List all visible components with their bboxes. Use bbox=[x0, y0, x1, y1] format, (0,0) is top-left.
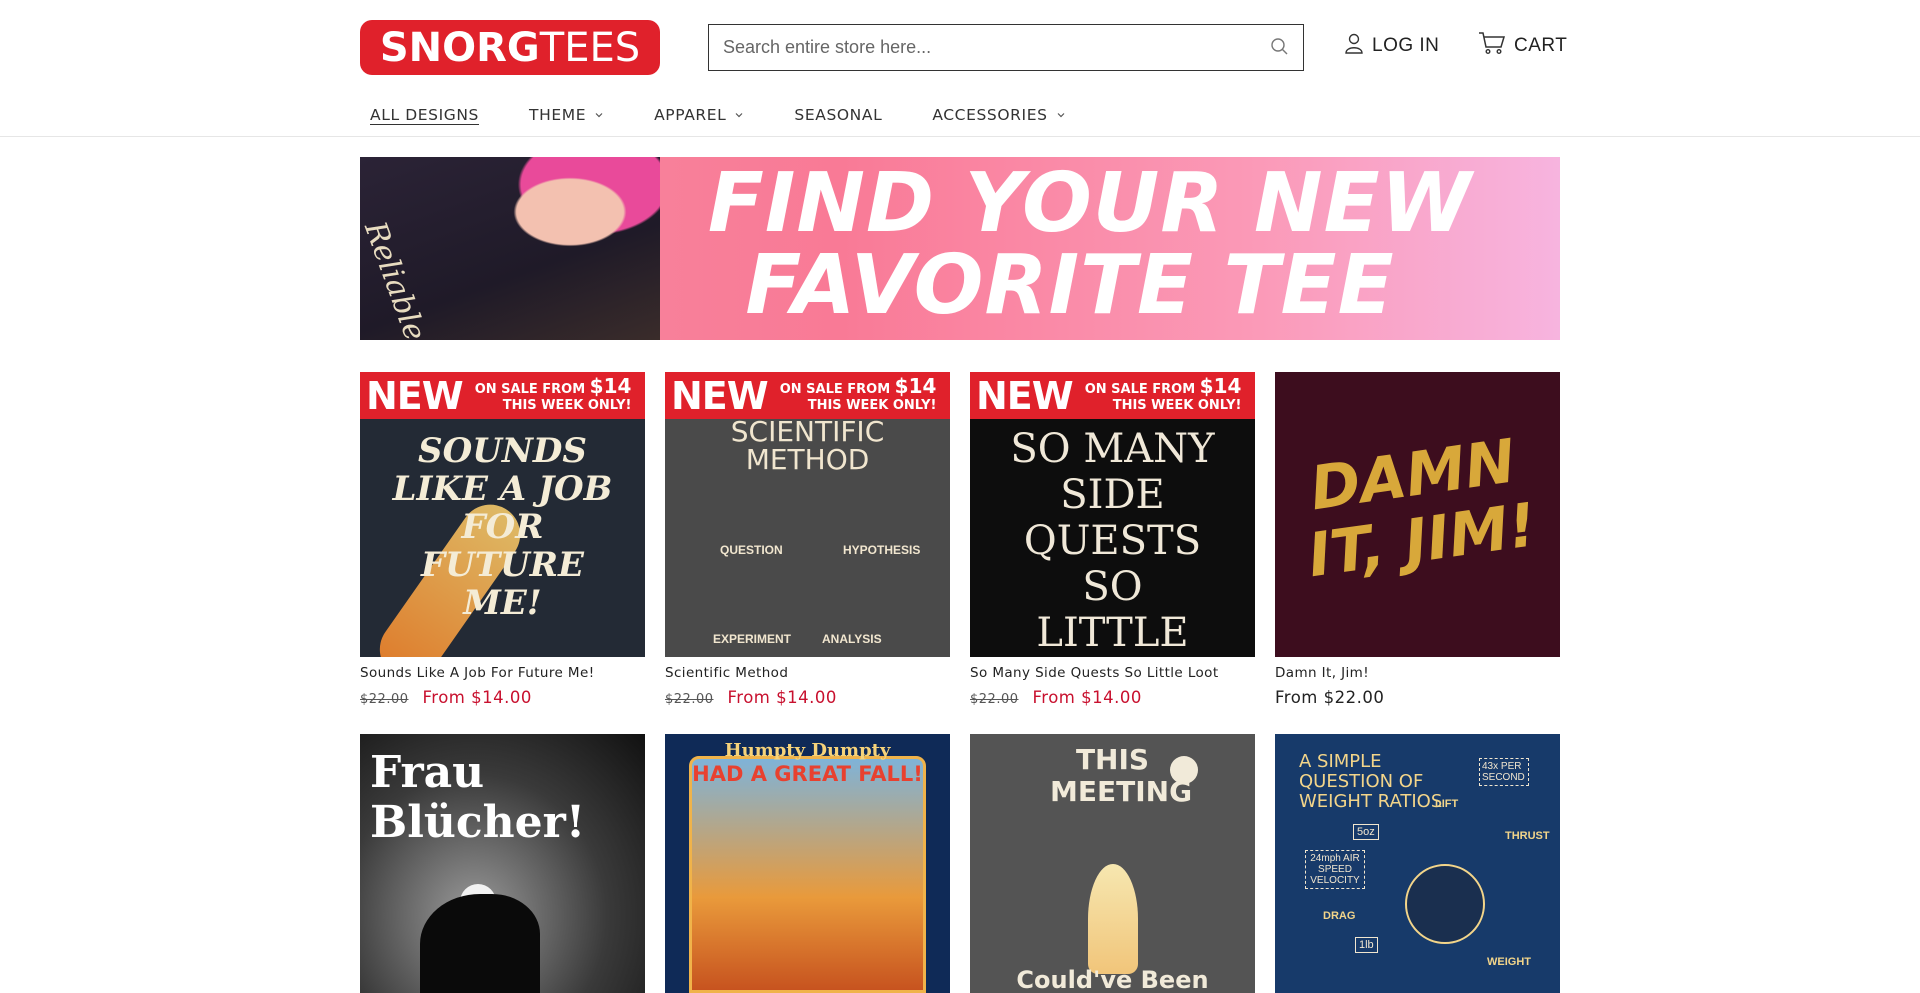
product-name[interactable]: Sounds Like A Job For Future Me! bbox=[360, 665, 595, 681]
moon-shape bbox=[1170, 756, 1198, 784]
product-image[interactable]: NEW ON SALE FROM $14 THIS WEEK ONLY! SOUN… bbox=[360, 372, 645, 657]
art-frame bbox=[689, 756, 926, 993]
promo-sale-text: ON SALE FROM $14 THIS WEEK ONLY! bbox=[779, 373, 937, 413]
banner-headline: FIND YOUR NEW FAVORITE TEE bbox=[620, 163, 1560, 327]
nav-theme[interactable]: THEME bbox=[519, 106, 604, 124]
login-link[interactable]: LOG IN bbox=[1344, 31, 1439, 61]
art-label-lift: LIFT bbox=[1435, 798, 1459, 810]
banner-shirt-print: Reliable Narrator bbox=[360, 217, 482, 340]
nav-apparel[interactable]: APPAREL bbox=[644, 106, 744, 124]
sale-promo-badge: NEW ON SALE FROM $14 THIS WEEK ONLY! bbox=[360, 372, 645, 419]
site-header: SNORGTEES LOG IN CART ALL DESIGNS THEME … bbox=[0, 0, 1920, 137]
store-logo[interactable]: SNORGTEES bbox=[360, 20, 660, 75]
product-price: $22.00 From $14.00 bbox=[970, 688, 1142, 707]
product-image[interactable]: NEW ON SALE FROM $14 THIS WEEK ONLY! SO M… bbox=[970, 372, 1255, 657]
product-art-text: SOUNDS LIKE A JOB FOR FUTURE ME! bbox=[392, 431, 613, 623]
user-icon bbox=[1344, 32, 1364, 60]
sale-promo-badge: NEW ON SALE FROM $14 THIS WEEK ONLY! bbox=[970, 372, 1255, 419]
banner-line-2: FAVORITE TEE bbox=[745, 238, 1395, 333]
product-name[interactable]: Scientific Method bbox=[665, 665, 788, 681]
product-image[interactable]: Humpty Dumpty HAD A GREAT FALL! bbox=[665, 734, 950, 993]
search-box bbox=[708, 24, 1304, 71]
nav-accessories[interactable]: ACCESSORIES bbox=[922, 106, 1065, 124]
main-nav: ALL DESIGNS THEME APPAREL SEASONAL ACCES… bbox=[360, 104, 1106, 126]
promo-new: NEW bbox=[671, 373, 769, 418]
product-art-bottom-text: Could've Been bbox=[1016, 966, 1209, 993]
product-image[interactable]: DAMN IT, JIM! bbox=[1275, 372, 1560, 657]
sale-price: From $14.00 bbox=[422, 688, 532, 707]
search-input[interactable] bbox=[709, 25, 1249, 69]
login-label: LOG IN bbox=[1372, 35, 1440, 56]
product-art-text: HAD A GREAT FALL! bbox=[692, 762, 923, 786]
product-price: From $22.00 bbox=[1275, 688, 1384, 707]
search-icon[interactable] bbox=[1267, 34, 1293, 60]
product-art-text: SCIENTIFIC METHOD bbox=[730, 415, 885, 476]
promo-new: NEW bbox=[366, 373, 464, 418]
product-image[interactable]: Frau Blücher! bbox=[360, 734, 645, 993]
original-price: $22.00 bbox=[665, 692, 714, 707]
coconut-shape bbox=[1405, 864, 1485, 944]
art-label-weight-lb: 1lb bbox=[1355, 937, 1378, 953]
product-name[interactable]: So Many Side Quests So Little Loot bbox=[970, 665, 1219, 681]
sale-price: From $14.00 bbox=[727, 688, 837, 707]
original-price: $22.00 bbox=[970, 692, 1019, 707]
logo-wordmark: SNORGTEES bbox=[379, 24, 641, 71]
product-art-text: Frau Blücher! bbox=[370, 747, 586, 848]
product-art-text: SO MANY SIDE QUESTS SO LITTLE LOOT bbox=[1010, 426, 1215, 657]
product-art-text: THIS MEETING bbox=[1050, 743, 1193, 808]
product-art-text: DAMN IT, JIM! bbox=[1303, 426, 1541, 592]
banner-line-1: FIND YOUR NEW bbox=[707, 157, 1473, 251]
art-label-thrust: THRUST bbox=[1505, 830, 1550, 842]
product-price: $22.00 From $14.00 bbox=[360, 688, 532, 707]
original-price: $22.00 bbox=[360, 692, 409, 707]
art-label-hypothesis: HYPOTHESIS bbox=[843, 543, 921, 557]
art-label-weight-oz: 5oz bbox=[1353, 824, 1379, 840]
product-name[interactable]: Damn It, Jim! bbox=[1275, 665, 1369, 681]
art-label-analysis: ANALYSIS bbox=[822, 632, 882, 646]
cart-link[interactable]: CART bbox=[1478, 31, 1567, 61]
art-label-experiment: EXPERIMENT bbox=[713, 632, 792, 646]
promo-new: NEW bbox=[976, 373, 1074, 418]
chevron-down-icon bbox=[735, 113, 743, 118]
product-image[interactable]: NEW ON SALE FROM $14 THIS WEEK ONLY! SCIE… bbox=[665, 372, 950, 657]
bonfire-shape bbox=[1088, 864, 1138, 974]
art-label-drag: DRAG bbox=[1323, 910, 1356, 922]
sale-promo-badge: NEW ON SALE FROM $14 THIS WEEK ONLY! bbox=[665, 372, 950, 419]
nav-all-designs[interactable]: ALL DESIGNS bbox=[360, 106, 479, 124]
product-image[interactable]: THIS MEETING Could've Been bbox=[970, 734, 1255, 993]
promo-sale-text: ON SALE FROM $14 THIS WEEK ONLY! bbox=[1084, 373, 1242, 413]
art-label-velocity: 24mph AIR SPEED VELOCITY bbox=[1305, 850, 1365, 889]
art-label-question: QUESTION bbox=[720, 543, 783, 557]
chevron-down-icon bbox=[595, 113, 603, 118]
product-image[interactable]: A SIMPLE QUESTION OF WEIGHT RATIOS 43x P… bbox=[1275, 734, 1560, 993]
hero-banner[interactable]: Reliable Narrator FIND YOUR NEW FAVORITE… bbox=[360, 157, 1560, 340]
regular-price: From $22.00 bbox=[1275, 688, 1385, 707]
product-art-subtitle: Humpty Dumpty bbox=[724, 740, 891, 761]
cart-icon bbox=[1478, 31, 1506, 61]
cart-label: CART bbox=[1514, 35, 1568, 56]
product-price: $22.00 From $14.00 bbox=[665, 688, 837, 707]
chevron-down-icon bbox=[1057, 113, 1064, 118]
promo-sale-text: ON SALE FROM $14 THIS WEEK ONLY! bbox=[474, 373, 632, 413]
art-label-weight: WEIGHT bbox=[1487, 956, 1531, 968]
horse-silhouette bbox=[420, 894, 540, 993]
nav-seasonal[interactable]: SEASONAL bbox=[784, 106, 882, 124]
art-label-rate: 43x PER SECOND bbox=[1479, 758, 1529, 786]
sale-price: From $14.00 bbox=[1032, 688, 1142, 707]
